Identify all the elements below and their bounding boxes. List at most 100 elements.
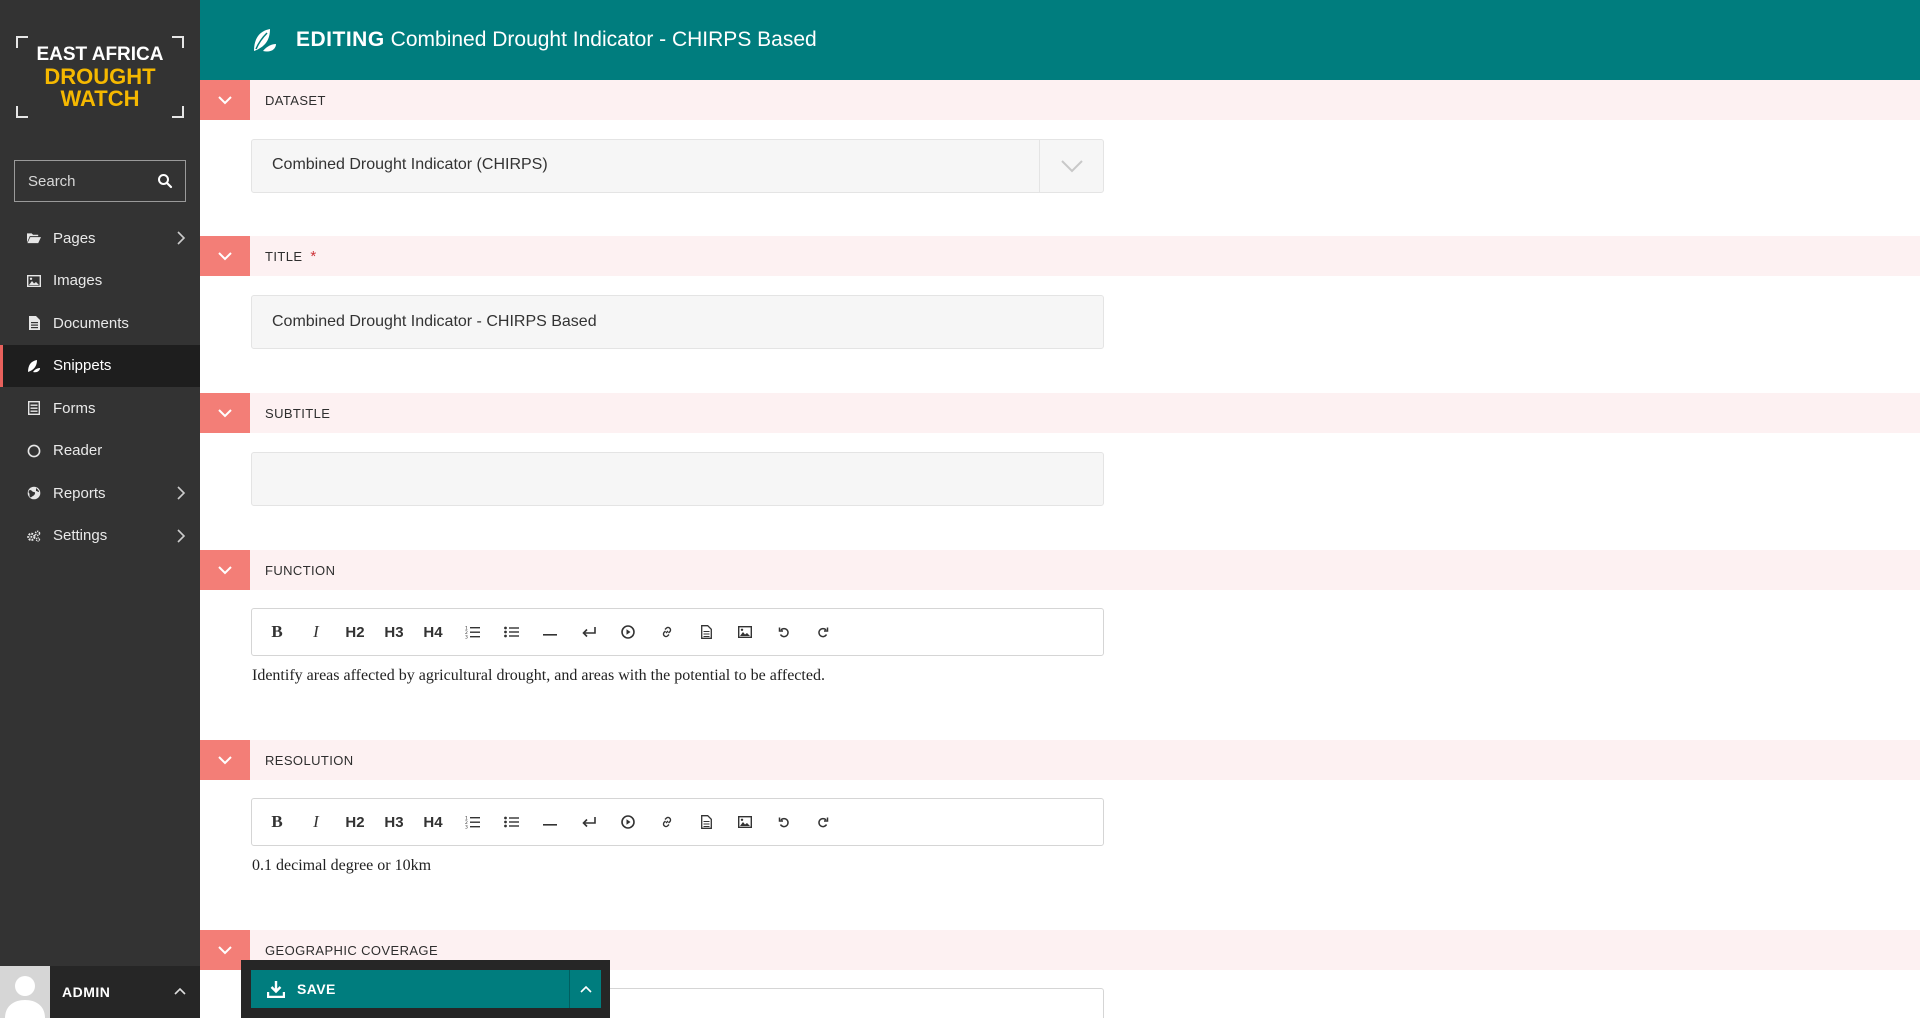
document-link-button[interactable] — [693, 617, 719, 647]
bold-button[interactable]: B — [264, 617, 290, 647]
undo-button[interactable] — [771, 807, 797, 837]
collapse-toggle[interactable] — [200, 740, 250, 780]
chevron-up-icon — [579, 985, 592, 993]
menu-item-forms[interactable]: Forms — [0, 387, 200, 430]
h2-button[interactable]: H2 — [342, 807, 368, 837]
section-header: TITLE * — [200, 236, 1920, 276]
image-icon — [738, 816, 752, 828]
circle-icon — [27, 444, 41, 458]
function-editor-text[interactable]: Identify areas affected by agricultural … — [252, 667, 825, 685]
snippet-leaf-icon — [27, 359, 41, 373]
redo-icon — [818, 817, 829, 828]
line-break-button[interactable] — [576, 807, 602, 837]
italic-button[interactable]: I — [303, 807, 329, 837]
embed-media-button[interactable] — [615, 807, 641, 837]
svg-text:3: 3 — [465, 635, 468, 640]
image-icon — [27, 274, 41, 288]
section-header: DATASET — [200, 80, 1920, 120]
chevron-right-icon — [177, 486, 186, 500]
menu-item-settings[interactable]: Settings — [0, 515, 200, 558]
ordered-list-button[interactable]: 123 — [459, 617, 485, 647]
section-function: FUNCTION B I H2 H3 H4 123 Identify areas… — [200, 550, 1920, 700]
brand-text: EAST AFRICA DROUGHT WATCH — [16, 44, 184, 110]
menu-item-reports[interactable]: Reports — [0, 472, 200, 515]
undo-button[interactable] — [771, 617, 797, 647]
h3-button[interactable]: H3 — [381, 617, 407, 647]
horizontal-rule-button[interactable] — [537, 617, 563, 647]
menu-item-label: Snippets — [53, 357, 112, 375]
search-input[interactable] — [15, 161, 155, 201]
page-title: EDITING Combined Drought Indicator - CHIR… — [296, 28, 817, 52]
menu-item-label: Images — [53, 272, 103, 290]
menu-item-label: Reader — [53, 442, 103, 460]
download-icon — [267, 981, 285, 998]
section-label: SUBTITLE — [265, 405, 331, 421]
title-input[interactable] — [252, 296, 1103, 348]
image-button[interactable] — [732, 617, 758, 647]
collapse-toggle[interactable] — [200, 393, 250, 433]
bullet-list-button[interactable] — [498, 807, 524, 837]
redo-button[interactable] — [810, 807, 836, 837]
footer-action-bar: SAVE — [241, 960, 610, 1018]
collapse-toggle[interactable] — [200, 80, 250, 120]
section-label: TITLE — [265, 248, 303, 264]
svg-text:3: 3 — [465, 825, 468, 830]
document-link-button[interactable] — [693, 807, 719, 837]
menu-item-pages[interactable]: Pages — [0, 217, 200, 260]
chevron-down-icon — [218, 566, 232, 575]
image-button[interactable] — [732, 807, 758, 837]
horizontal-rule-button[interactable] — [537, 807, 563, 837]
h2-button[interactable]: H2 — [342, 617, 368, 647]
collapse-toggle[interactable] — [200, 550, 250, 590]
menu-item-label: Settings — [53, 527, 108, 545]
dataset-select[interactable]: Combined Drought Indicator (CHIRPS) — [251, 139, 1104, 193]
bullet-list-icon — [503, 816, 519, 828]
main-menu: Pages Images Documents Snippets Forms Re… — [0, 217, 200, 557]
line-break-button[interactable] — [576, 617, 602, 647]
search-icon[interactable] — [157, 173, 173, 189]
save-label: SAVE — [297, 981, 336, 997]
brand-logo[interactable]: EAST AFRICA DROUGHT WATCH — [16, 36, 184, 118]
snippet-leaf-icon — [254, 29, 276, 52]
bold-button[interactable]: B — [264, 807, 290, 837]
document-icon — [27, 316, 41, 331]
subtitle-field[interactable] — [251, 452, 1104, 506]
h4-button[interactable]: H4 — [420, 807, 446, 837]
horizontal-rule-icon — [543, 634, 557, 636]
menu-item-reader[interactable]: Reader — [0, 430, 200, 473]
menu-item-snippets[interactable]: Snippets — [0, 344, 200, 387]
account-menu[interactable]: ADMIN — [0, 966, 200, 1018]
chevron-up-icon — [174, 987, 186, 995]
required-indicator: * — [310, 247, 317, 265]
user-silhouette-icon — [5, 976, 45, 1018]
search-box — [14, 160, 186, 202]
title-field[interactable] — [251, 295, 1104, 349]
more-actions-toggle[interactable] — [569, 970, 601, 1008]
menu-item-label: Documents — [53, 314, 129, 332]
bullet-list-button[interactable] — [498, 617, 524, 647]
section-dataset: DATASET Combined Drought Indicator (CHIR… — [200, 80, 1920, 195]
link-button[interactable] — [654, 807, 680, 837]
link-icon — [662, 626, 672, 638]
save-button[interactable]: SAVE — [251, 970, 601, 1008]
section-subtitle: SUBTITLE — [200, 393, 1920, 508]
brand-line3: WATCH — [60, 86, 140, 111]
brand-line1: EAST AFRICA — [36, 44, 164, 65]
collapse-toggle[interactable] — [200, 236, 250, 276]
link-icon — [662, 816, 672, 828]
link-button[interactable] — [654, 617, 680, 647]
italic-button[interactable]: I — [303, 617, 329, 647]
dataset-selected-value: Combined Drought Indicator (CHIRPS) — [272, 156, 548, 173]
h3-button[interactable]: H3 — [381, 807, 407, 837]
select-dropdown-toggle[interactable] — [1039, 140, 1103, 192]
subtitle-input[interactable] — [252, 453, 1103, 505]
page-header: EDITING Combined Drought Indicator - CHIR… — [200, 0, 1920, 80]
ordered-list-button[interactable]: 123 — [459, 807, 485, 837]
embed-media-button[interactable] — [615, 617, 641, 647]
resolution-editor-text[interactable]: 0.1 decimal degree or 10km — [252, 857, 431, 875]
redo-button[interactable] — [810, 617, 836, 647]
h4-button[interactable]: H4 — [420, 617, 446, 647]
menu-item-documents[interactable]: Documents — [0, 302, 200, 345]
form-list-icon — [27, 401, 41, 416]
menu-item-images[interactable]: Images — [0, 260, 200, 303]
